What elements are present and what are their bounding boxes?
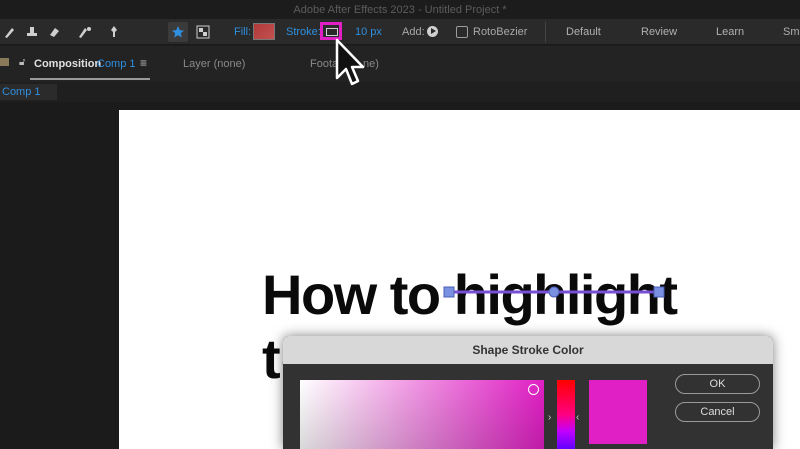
add-label: Add:: [402, 26, 425, 38]
folder-icon: [0, 58, 9, 66]
play-arrow-icon: [431, 28, 436, 34]
cancel-button[interactable]: Cancel: [675, 402, 760, 422]
puppet-pin-tool-button[interactable]: [104, 22, 124, 42]
rotobezier-label: RotoBezier: [473, 26, 528, 38]
hue-slider-arrow-right-icon[interactable]: ‹: [576, 412, 579, 423]
fill-label[interactable]: Fill:: [234, 26, 251, 38]
star-shape-tool-button[interactable]: [168, 22, 188, 42]
comp-breadcrumb[interactable]: Comp 1: [0, 84, 57, 100]
fill-color-swatch[interactable]: [253, 23, 275, 40]
stroke-path-overlay[interactable]: [440, 282, 670, 302]
workspace-learn[interactable]: Learn: [716, 26, 744, 38]
path-vertex-start[interactable]: [443, 286, 455, 298]
hue-slider-arrow-left-icon[interactable]: ›: [548, 412, 551, 423]
transparency-grid-toggle[interactable]: [193, 22, 213, 42]
hue-slider[interactable]: [557, 380, 575, 449]
star-icon: [171, 25, 185, 39]
workspace-default[interactable]: Default: [566, 26, 601, 38]
layer-tab[interactable]: Layer (none): [183, 58, 245, 70]
saturation-value-field[interactable]: [300, 380, 544, 449]
window-title: Adobe After Effects 2023 - Untitled Proj…: [293, 3, 507, 16]
panel-menu-icon[interactable]: ≡: [140, 56, 147, 70]
lock-icon[interactable]: 🔓︎: [19, 57, 25, 68]
active-tab-underline: [30, 78, 150, 80]
add-menu-button[interactable]: [427, 26, 438, 37]
mouse-cursor-icon: [335, 38, 365, 86]
workspace-review[interactable]: Review: [641, 26, 677, 38]
dialog-title: Shape Stroke Color: [472, 343, 584, 357]
workspace-more[interactable]: Sma: [783, 26, 800, 38]
pin-icon: [107, 25, 121, 39]
path-vertex-end[interactable]: [653, 286, 665, 298]
roto-brush-icon: [77, 25, 93, 39]
composition-tab-label[interactable]: Composition: [34, 58, 101, 70]
toolbar-divider: [545, 22, 546, 42]
headline-text-a: How to: [262, 263, 454, 326]
composition-tab-name[interactable]: Comp 1: [97, 58, 136, 70]
tools-panel: [0, 19, 800, 45]
clone-stamp-tool-button[interactable]: [22, 22, 42, 42]
brush-tool-button[interactable]: [0, 22, 20, 42]
window-title-bar: Adobe After Effects 2023 - Untitled Proj…: [0, 0, 800, 19]
stroke-label[interactable]: Stroke:: [286, 26, 321, 38]
roto-brush-tool-button[interactable]: [75, 22, 95, 42]
path-vertex-mid[interactable]: [548, 286, 560, 298]
composition-nav-bar: [0, 82, 800, 102]
eraser-tool-button[interactable]: [44, 22, 64, 42]
brush-icon: [3, 25, 17, 39]
checkerboard-icon: [196, 25, 210, 39]
dialog-title-bar[interactable]: Shape Stroke Color: [283, 336, 773, 364]
clone-stamp-icon: [25, 25, 39, 39]
ok-button[interactable]: OK: [675, 374, 760, 394]
footage-tab-start[interactable]: Foota: [310, 58, 338, 70]
rotobezier-checkbox[interactable]: [456, 26, 468, 38]
footage-tab-end[interactable]: ne): [363, 58, 379, 70]
color-picker-handle[interactable]: [528, 384, 539, 395]
new-color-preview: [589, 380, 647, 444]
eraser-icon: [47, 25, 61, 39]
composition-tab-comp-name[interactable]: Comp 1: [97, 58, 136, 70]
stroke-width-value[interactable]: 10 px: [355, 26, 382, 38]
